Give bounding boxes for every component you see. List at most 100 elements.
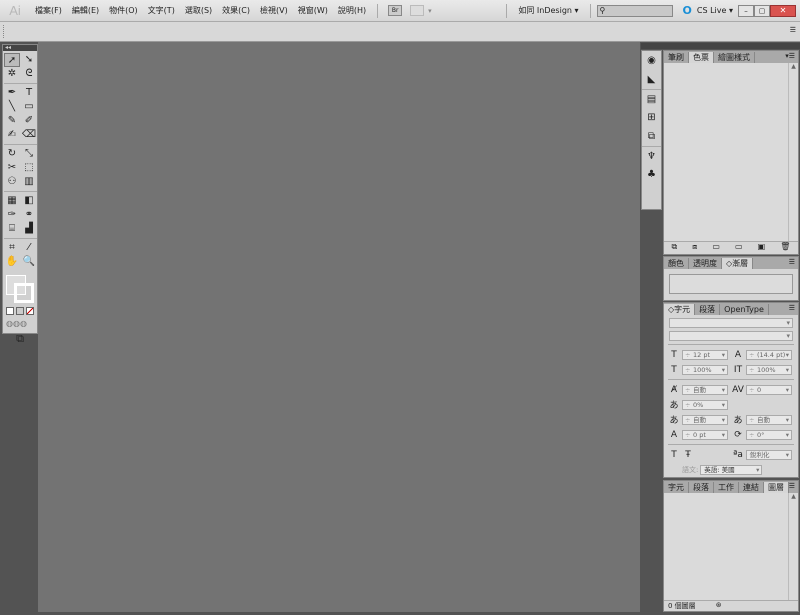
font-family-dropdown[interactable] — [669, 318, 793, 328]
panel-menu-icon[interactable]: ☰ — [789, 481, 795, 492]
artboard-tool-icon[interactable]: ⌗ — [4, 241, 20, 255]
minimize-button[interactable]: – — [738, 4, 754, 17]
hand-tool-icon[interactable]: ✋ — [4, 255, 20, 269]
swatch-options-icon[interactable]: ▭ — [712, 242, 720, 253]
tab-paragraph[interactable]: 段落 — [695, 304, 721, 315]
color-button[interactable] — [6, 307, 14, 315]
type-tool-icon[interactable]: T — [21, 86, 37, 100]
scrollbar[interactable]: ▲ — [788, 63, 798, 241]
scrollbar[interactable]: ▲ — [788, 493, 798, 600]
aki-left-field[interactable]: 自動 — [682, 414, 728, 425]
tab-character[interactable]: ◇字元 — [664, 304, 696, 315]
tab-opentype[interactable]: OpenType — [720, 304, 769, 315]
free-transform-tool-icon[interactable]: ⬚ — [21, 161, 37, 175]
menu-help[interactable]: 說明(H) — [333, 5, 371, 16]
graph-tool-icon[interactable]: ▟ — [21, 222, 37, 236]
show-kinds-icon[interactable]: ⧈ — [692, 242, 697, 253]
font-size-field[interactable]: 12 pt — [682, 349, 728, 360]
menu-view[interactable]: 檢視(V) — [255, 5, 293, 16]
menu-type[interactable]: 文字(T) — [143, 5, 180, 16]
menu-object[interactable]: 物件(O) — [104, 5, 143, 16]
tab-paragraph[interactable]: 段落 — [689, 482, 714, 493]
selection-tool-icon[interactable]: ➚ — [4, 53, 20, 67]
layers-list[interactable]: ▲ — [664, 493, 798, 600]
perspective-grid-tool-icon[interactable]: ▥ — [21, 175, 37, 189]
baseline-shift-field[interactable]: 0 pt — [682, 429, 728, 440]
menu-window[interactable]: 視窗(W) — [293, 5, 333, 16]
eyedropper-tool-icon[interactable]: ✑ — [4, 208, 20, 222]
kerning-field[interactable]: 自動 — [682, 384, 728, 395]
tab-gradient[interactable]: ◇漸層 — [722, 258, 754, 269]
leading-field[interactable]: (14.4 pt) — [746, 349, 792, 360]
blob-brush-tool-icon[interactable]: ✍ — [4, 128, 20, 142]
eraser-tool-icon[interactable]: ⌫ — [21, 128, 37, 142]
workspace-switcher[interactable]: 如同 InDesign ▾ — [513, 5, 583, 16]
paintbrush-tool-icon[interactable]: ✎ — [4, 114, 20, 128]
arrange-documents-button[interactable] — [410, 5, 425, 16]
panel-menu-icon[interactable]: ☰ — [789, 257, 795, 268]
locate-object-icon[interactable]: ⊛ — [716, 601, 722, 611]
search-input[interactable]: ⚲ — [596, 4, 673, 17]
menu-effect[interactable]: 效果(C) — [217, 5, 255, 16]
swatches-list[interactable]: ▲ — [664, 63, 798, 241]
tsume-field[interactable]: 0% — [682, 399, 728, 410]
tab-links[interactable]: 連結 — [739, 482, 764, 493]
tab-transparency[interactable]: 透明度 — [689, 258, 722, 269]
none-button[interactable] — [26, 307, 34, 315]
blend-tool-icon[interactable]: ⚭ — [21, 208, 37, 222]
canvas-area[interactable] — [38, 42, 640, 612]
tab-color[interactable]: 顏色 — [664, 258, 689, 269]
delete-swatch-icon[interactable]: 🗑 — [780, 242, 790, 253]
tab-swatches[interactable]: 色票 — [689, 52, 714, 63]
tab-graphic-styles[interactable]: 繪圖樣式 — [714, 52, 755, 63]
direct-selection-tool-icon[interactable]: ➘ — [21, 53, 37, 67]
underline-icon[interactable]: T — [668, 450, 680, 460]
rotate-tool-icon[interactable]: ↻ — [4, 147, 20, 161]
panel-menu-icon[interactable]: ☰ — [789, 303, 795, 314]
menu-select[interactable]: 選取(S) — [180, 5, 217, 16]
panel-menu-icon[interactable]: ▾☰ — [785, 51, 795, 62]
mesh-tool-icon[interactable]: ▦ — [4, 194, 20, 208]
cs-live-button[interactable]: CS Live ▾ — [692, 6, 738, 15]
grip-icon[interactable] — [3, 25, 5, 38]
draw-mode-buttons[interactable]: ◍◍◍ — [3, 315, 37, 332]
tracking-field[interactable]: 0 — [746, 384, 792, 395]
zoom-tool-icon[interactable]: 🔍 — [21, 255, 37, 269]
strikethrough-icon[interactable]: Ŧ — [682, 450, 694, 460]
gradient-button[interactable] — [16, 307, 24, 315]
new-swatch-icon[interactable]: ▣ — [758, 242, 766, 253]
new-color-group-icon[interactable]: ▭ — [735, 242, 743, 253]
screen-mode-icon[interactable]: ⧉ — [3, 332, 37, 346]
character-rotation-field[interactable]: 0° — [746, 429, 792, 440]
pencil-tool-icon[interactable]: ✐ — [21, 114, 37, 128]
line-tool-icon[interactable]: ╲ — [4, 100, 20, 114]
pen-tool-icon[interactable]: ✒ — [4, 86, 20, 100]
vertical-scale-field[interactable]: 100% — [746, 364, 792, 375]
pathfinder-panel-icon[interactable]: ⧉ — [642, 127, 661, 146]
chevron-down-icon[interactable]: ▾ — [428, 7, 432, 15]
transform-panel-icon[interactable]: ⊞ — [642, 108, 661, 127]
tab-artboards[interactable]: 工作 — [714, 482, 739, 493]
font-style-dropdown[interactable] — [669, 331, 793, 341]
swatch-libraries-icon[interactable]: ⧉ — [672, 242, 678, 253]
gradient-tool-icon[interactable]: ◧ — [21, 194, 37, 208]
panel-menu-icon[interactable]: ☰ — [790, 26, 796, 34]
menu-file[interactable]: 檔案(F) — [30, 5, 67, 16]
aki-right-field[interactable]: 自動 — [746, 414, 792, 425]
symbol-sprayer-tool-icon[interactable]: ⌸ — [4, 222, 20, 236]
width-tool-icon[interactable]: ✂ — [4, 161, 20, 175]
align-panel-icon[interactable]: ▤ — [642, 89, 661, 108]
shape-builder-tool-icon[interactable]: ⚇ — [4, 175, 20, 189]
close-button[interactable]: ✕ — [770, 4, 796, 17]
anti-alias-dropdown[interactable]: 銳利化 — [746, 449, 792, 460]
cs-live-icon[interactable]: O — [683, 4, 692, 17]
tab-brushes[interactable]: 筆刷 — [664, 52, 689, 63]
color-guide-panel-icon[interactable]: ◣ — [642, 70, 661, 89]
tab-character[interactable]: 字元 — [664, 482, 689, 493]
horizontal-scale-field[interactable]: 100% — [682, 364, 728, 375]
rectangle-tool-icon[interactable]: ▭ — [21, 100, 37, 114]
lasso-tool-icon[interactable]: ᘓ — [21, 67, 37, 81]
magic-wand-tool-icon[interactable]: ✲ — [4, 67, 20, 81]
symbols-panel-icon[interactable]: ♣ — [642, 165, 661, 184]
menu-edit[interactable]: 編輯(E) — [67, 5, 104, 16]
